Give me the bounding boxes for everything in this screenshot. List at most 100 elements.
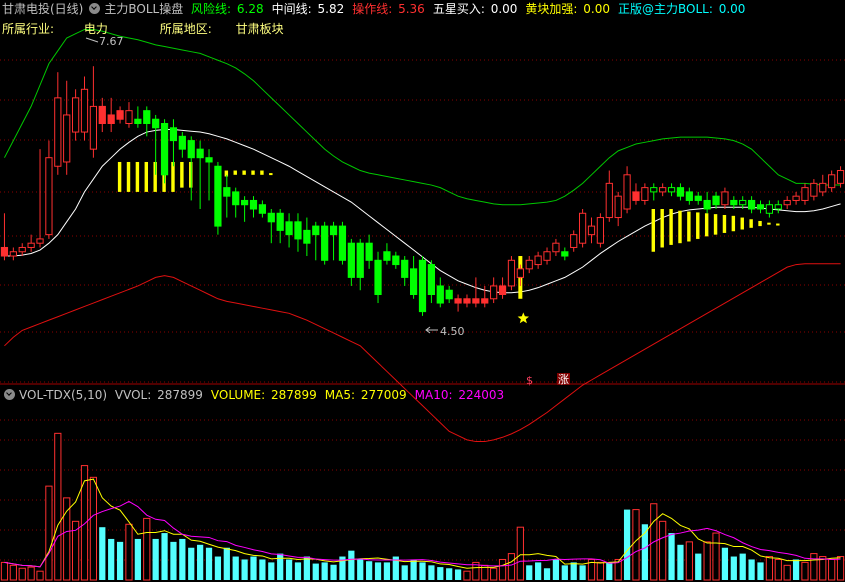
candle-body (801, 187, 809, 201)
candle-body (125, 110, 133, 125)
candle-body (694, 195, 702, 201)
volume-bar (143, 517, 151, 581)
chart-canvas[interactable]: 7.674.50$ 涨 (0, 0, 845, 582)
candle-body (329, 225, 338, 236)
candle-body (232, 191, 240, 206)
yellow-block (251, 170, 255, 175)
volume-menu-icon[interactable] (4, 389, 15, 400)
volume-bar (9, 564, 17, 581)
yellow-block (260, 170, 264, 175)
volume-bar (810, 553, 818, 581)
s-marker: $ (526, 374, 533, 387)
candle-body (160, 123, 169, 176)
candle-body (134, 118, 142, 124)
candle-body (596, 217, 605, 244)
candle-body (507, 259, 516, 287)
volume-bar (703, 541, 711, 581)
candle-body (685, 191, 693, 201)
header-value-4: 0.00 (579, 2, 611, 16)
volume-bar (303, 556, 310, 580)
candle-body (374, 259, 382, 295)
candle-body (747, 199, 756, 210)
volume-bar (0, 561, 9, 581)
volume-fields: VVOL: 287899 VOLUME: 287899 MA5: 277009 MA1… (115, 388, 512, 402)
volume-value-3: 224003 (454, 388, 505, 402)
volume-bar (63, 497, 71, 581)
candle-body (765, 204, 774, 214)
candle-body (703, 199, 711, 210)
volume-bar (54, 432, 62, 581)
candle-body (27, 242, 35, 248)
candle-body (63, 114, 71, 163)
candle-body (383, 251, 391, 261)
volume-value-0: 287899 (153, 388, 203, 402)
candle-body (152, 118, 160, 129)
candle-body (623, 174, 631, 210)
volume-bar (214, 556, 222, 580)
volume-bar (125, 523, 133, 581)
volume-bar (312, 563, 319, 580)
volume-bar (712, 532, 720, 581)
candle-body (205, 157, 213, 163)
volume-bar (632, 509, 640, 581)
volume-bar (357, 559, 364, 580)
volume-bar (526, 565, 533, 580)
candle-body (214, 165, 222, 227)
indicator-menu-icon[interactable] (89, 3, 101, 14)
volume-bar (80, 465, 89, 581)
yellow-block (126, 161, 131, 192)
volume-bar (828, 558, 836, 581)
volume-bar (241, 559, 248, 580)
volume-bar (410, 559, 417, 580)
volume-bar (437, 567, 444, 580)
volume-bar (677, 544, 684, 580)
candle-body (552, 242, 560, 253)
yellow-block (731, 215, 736, 232)
volume-bar (36, 570, 44, 581)
candle-body (525, 259, 533, 270)
candle-body (605, 182, 613, 219)
volume-bar (606, 562, 613, 580)
region-value[interactable]: 甘肃板块 (236, 22, 284, 36)
volume-bar (490, 567, 498, 581)
industry-value[interactable]: 电力 (84, 22, 108, 36)
yellow-block (135, 161, 140, 192)
five-star-icon (517, 312, 529, 324)
volume-field-1: VOLUME: (210, 388, 266, 402)
volume-bar (27, 566, 35, 581)
volume-bar (730, 556, 737, 580)
header-field-4: 黄块加强: (525, 2, 578, 16)
yellow-block (669, 209, 673, 245)
volume-bar (250, 556, 257, 580)
indicator-fields: 风险线: 6.28 中间线: 5.82 操作线: 5.36 五星买入: 0.00 黄块加… (191, 2, 753, 16)
volume-field-2: MA5: (324, 388, 356, 402)
header-field-5: 正版@主力BOLL: (618, 2, 713, 16)
volume-bar (366, 561, 373, 580)
candle-body (427, 264, 436, 296)
candle-body (712, 195, 720, 206)
volume-bar (783, 564, 791, 581)
candle-body (463, 298, 471, 304)
candle-body (98, 105, 106, 125)
volume-field-3: MA10: (414, 388, 453, 402)
price-header: 甘肃电投(日线) 主力BOLL操盘 风险线: 6.28 中间线: 5.82 操作线: … (2, 0, 757, 18)
volume-bar (383, 562, 391, 580)
volume-bar (134, 538, 141, 580)
volume-bar (792, 559, 800, 580)
candle-body (490, 285, 498, 300)
candle-body (792, 195, 800, 201)
yellow-block (767, 222, 771, 225)
candle-body (285, 221, 293, 236)
volume-bar (89, 476, 98, 581)
candle-body (516, 268, 524, 278)
volume-bar (268, 562, 275, 580)
stock-name: 甘肃电投(日线) (2, 2, 84, 16)
candle-body (810, 182, 818, 197)
header-value-2: 5.36 (394, 2, 425, 16)
yellow-block (696, 212, 700, 239)
volume-field-0: VVOL: (114, 388, 152, 402)
volume-bar (659, 520, 667, 581)
candle-body (641, 187, 649, 201)
candle-body (71, 97, 80, 133)
candle-body (445, 289, 453, 300)
